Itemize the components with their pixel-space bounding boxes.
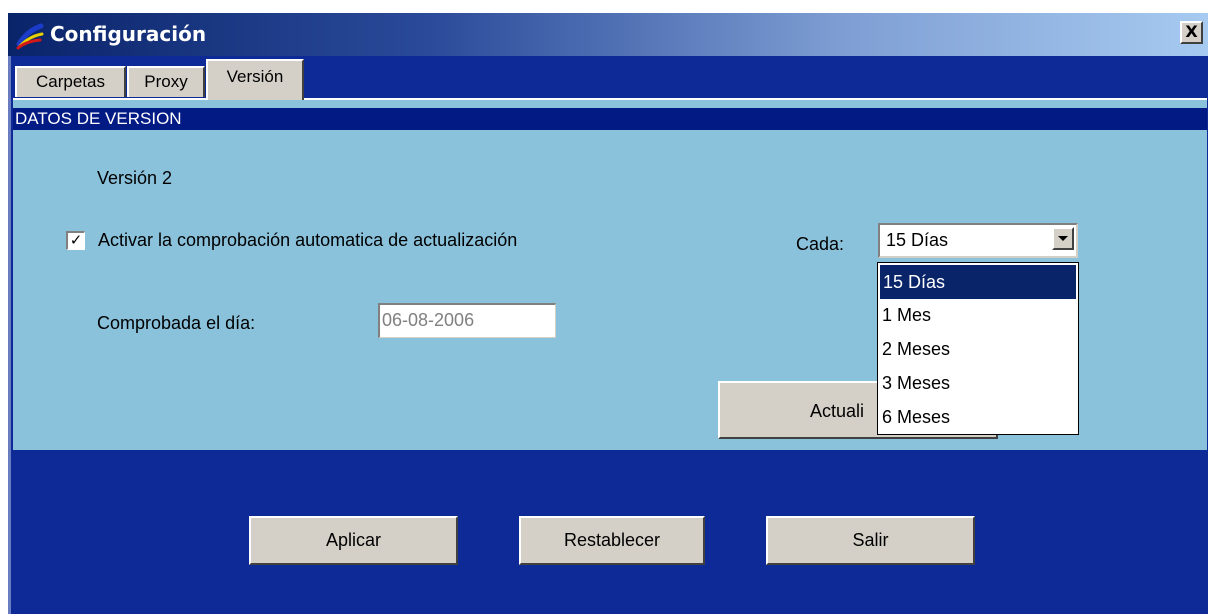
tab-proxy[interactable]: Proxy — [127, 66, 205, 97]
checked-date-field: 06-08-2006 — [378, 303, 556, 338]
section-header: DATOS DE VERSION — [13, 108, 1207, 130]
update-button-label: Actuali — [810, 401, 865, 421]
frequency-dropdown-list: 15 Días 1 Mes 2 Meses 3 Meses 6 Meses — [877, 262, 1079, 435]
dropdown-option-6-meses[interactable]: 6 Meses — [879, 400, 1077, 434]
reset-button[interactable]: Restablecer — [519, 516, 705, 565]
auto-update-checkbox[interactable]: ✓ — [66, 231, 85, 250]
frequency-select-value: 15 Días — [886, 230, 949, 250]
dropdown-option-3-meses[interactable]: 3 Meses — [879, 366, 1077, 400]
frequency-select[interactable]: 15 Días — [878, 223, 1078, 258]
dropdown-option-2-meses[interactable]: 2 Meses — [879, 332, 1077, 366]
checked-date-label: Comprobada el día: — [97, 313, 256, 333]
version-label: Versión 2 — [97, 168, 173, 188]
close-button[interactable]: X — [1180, 21, 1203, 44]
apply-button[interactable]: Aplicar — [249, 516, 458, 565]
window-title: Configuración — [50, 22, 207, 46]
configuration-window: Configuración X Carpetas Proxy Versión D… — [0, 0, 1213, 614]
dropdown-option-15-dias[interactable]: 15 Días — [880, 265, 1076, 299]
exit-button[interactable]: Salir — [766, 516, 975, 565]
auto-update-label[interactable]: Activar la comprobación automatica de ac… — [98, 230, 517, 251]
chevron-down-icon[interactable] — [1052, 227, 1074, 250]
dropdown-option-1-mes[interactable]: 1 Mes — [879, 298, 1077, 332]
window-left-edge — [8, 56, 11, 614]
tab-version[interactable]: Versión — [206, 59, 304, 100]
app-logo-icon — [16, 23, 44, 50]
tab-carpetas[interactable]: Carpetas — [15, 66, 126, 97]
frequency-label: Cada: — [796, 234, 845, 254]
